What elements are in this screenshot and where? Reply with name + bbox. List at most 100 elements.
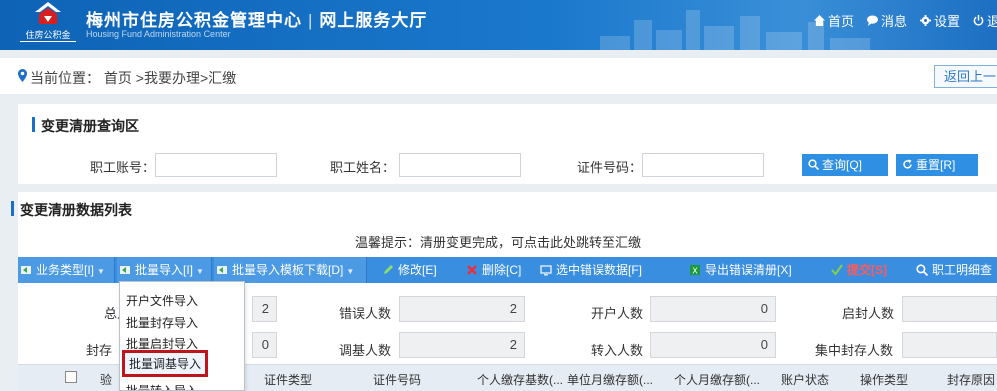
business-type-button[interactable]: 业务类型[I] ▼ <box>18 257 115 283</box>
reset-button[interactable]: 重置[R] <box>896 154 978 176</box>
stat-rebase-label: 调基人数 <box>339 343 392 358</box>
stat-error-label: 错误人数 <box>339 306 392 321</box>
stat-transfer-label: 转入人数 <box>591 343 644 358</box>
org-name: 梅州市住房公积金管理中心 <box>86 11 302 30</box>
template-download-button[interactable]: 批量导入模板下载[D] ▼ <box>214 257 367 283</box>
stat-unseal-label: 启封人数 <box>842 306 895 321</box>
template-download-label: 批量导入模板下载[D] <box>232 263 344 277</box>
nav-settings-label: 设置 <box>934 14 961 29</box>
batch-import-button[interactable]: 批量导入[I] ▼ <box>117 257 212 283</box>
col-personal-monthly[interactable]: 个人月缴存额(... <box>674 371 760 388</box>
business-type-label: 业务类型[I] <box>36 263 95 277</box>
submit-label: 提交[S] <box>847 263 887 277</box>
nav-logout[interactable]: 退 <box>973 11 997 30</box>
menu-item-seal-import[interactable]: 批量封存导入 <box>126 314 198 331</box>
search-button[interactable]: 查询[Q] <box>802 154 888 176</box>
site-subtitle: Housing Fund Administration Center <box>86 29 231 39</box>
import-icon <box>120 266 130 274</box>
search-button-label: 查询[Q] <box>822 158 863 172</box>
edit-label: 修改[E] <box>398 263 437 277</box>
home-icon <box>814 15 825 26</box>
query-section-title: 变更清册查询区 <box>32 116 139 136</box>
id-number-input[interactable] <box>642 153 764 177</box>
col-id-number[interactable]: 证件号码 <box>373 371 421 388</box>
stat-error-value: 2 <box>399 296 525 322</box>
message-icon <box>867 15 879 26</box>
nav-logout-label: 退 <box>987 14 997 29</box>
id-number-label: 证件号码： <box>577 160 643 175</box>
nav-messages-label: 消息 <box>881 14 908 29</box>
monitor-icon <box>540 265 552 276</box>
refresh-icon <box>903 159 912 169</box>
batch-import-dropdown: 开户文件导入 批量封存导入 批量启封导入 批量调基导入 批量转入导入 <box>119 281 245 391</box>
delete-label: 删除[C] <box>482 263 522 277</box>
logo[interactable]: 住房公积金 <box>20 2 76 46</box>
col-seal-reason[interactable]: 封存原因 <box>947 371 995 388</box>
menu-item-rebase-import[interactable]: 批量调基导入 <box>122 350 209 377</box>
list-section-title: 变更清册数据列表 <box>11 200 132 220</box>
back-button[interactable]: 返回上一 <box>934 65 997 88</box>
employee-name-input[interactable] <box>399 153 521 177</box>
employee-name-label: 职工姓名： <box>330 160 396 175</box>
employee-detail-button[interactable]: 职工明细查 <box>914 257 992 283</box>
svg-text:X: X <box>692 267 698 276</box>
stat-open-label: 开户人数 <box>591 306 644 321</box>
reset-button-label: 重置[R] <box>916 158 956 172</box>
stat-total-value: 2 <box>252 296 277 322</box>
stat-seal-value: 0 <box>252 332 277 358</box>
stat-seal-label: 封存 <box>86 343 113 358</box>
account-no-label: 职工账号： <box>90 160 156 175</box>
edit-button[interactable]: 修改[E] <box>380 257 437 283</box>
search-icon <box>916 264 928 276</box>
checkmark-icon <box>831 264 843 276</box>
location-pin-icon <box>18 69 27 82</box>
house-logo-icon <box>35 2 61 24</box>
col-id-type[interactable]: 证件类型 <box>264 371 312 388</box>
stat-unseal-value <box>902 296 997 322</box>
chevron-down-icon: ▼ <box>346 267 355 276</box>
site-title: 梅州市住房公积金管理中心 | 网上服务大厅 <box>86 6 427 31</box>
chevron-down-icon: ▼ <box>97 267 105 276</box>
stat-central-seal-value <box>902 332 997 358</box>
download-icon <box>217 266 227 274</box>
app-header: 住房公积金 梅州市住房公积金管理中心 | 网上服务大厅 Housing Fund A… <box>0 0 997 50</box>
stat-rebase-value: 2 <box>399 332 525 358</box>
list-toolbar: 业务类型[I] ▼ 批量导入[I] ▼ 批量导入模板下载[D] ▼ 修改[E] 删除[… <box>18 257 997 283</box>
col-verify[interactable]: 验 <box>100 371 112 388</box>
power-icon <box>973 15 984 26</box>
nav-home[interactable]: 首页 <box>814 11 854 30</box>
nav-home-label: 首页 <box>828 14 855 29</box>
stat-central-seal-label: 集中封存人数 <box>815 343 894 358</box>
delete-button[interactable]: 删除[C] <box>464 257 521 283</box>
search-icon <box>808 159 819 170</box>
delete-icon <box>467 265 477 275</box>
logo-text: 住房公积金 <box>20 28 76 42</box>
export-errors-button[interactable]: X 导出错误清册[X] <box>687 257 792 283</box>
pencil-icon <box>384 265 393 274</box>
breadcrumb: 当前位置： 首页 >我要办理>汇缴 <box>30 70 237 86</box>
nav-settings[interactable]: 设置 <box>920 11 960 30</box>
account-no-input[interactable] <box>155 153 277 177</box>
col-unit-monthly[interactable]: 单位月缴存额(... <box>567 371 653 388</box>
select-all-checkbox[interactable] <box>65 371 77 383</box>
stat-open-value: 0 <box>650 296 776 322</box>
chevron-down-icon: ▼ <box>196 267 204 276</box>
nav-messages[interactable]: 消息 <box>867 11 907 30</box>
breadcrumb-bar: 当前位置： 首页 >我要办理>汇缴 返回上一 <box>0 58 997 94</box>
col-operation-type[interactable]: 操作类型 <box>860 371 908 388</box>
export-errors-label: 导出错误清册[X] <box>705 263 792 277</box>
batch-import-label: 批量导入[I] <box>135 263 194 277</box>
stat-transfer-value: 0 <box>650 332 776 358</box>
title-divider: | <box>308 11 314 30</box>
col-account-status[interactable]: 账户状态 <box>781 371 829 388</box>
gear-icon <box>920 15 932 26</box>
col-personal-base[interactable]: 个人缴存基数(... <box>477 371 563 388</box>
query-panel: 变更清册查询区 职工账号： 职工姓名： 证件号码： 查询[Q] 重置[R] <box>18 104 997 184</box>
portal-name: 网上服务大厅 <box>319 11 428 30</box>
hint-link[interactable]: 温馨提示：清册变更完成，可点击此处跳转至汇缴 <box>355 232 641 251</box>
header-nav: 首页 消息 设置 退 <box>814 11 997 30</box>
menu-item-transfer-import[interactable]: 批量转入导入 <box>126 382 198 390</box>
submit-button[interactable]: 提交[S] <box>829 257 887 283</box>
menu-item-open-import[interactable]: 开户文件导入 <box>126 292 198 309</box>
select-errors-button[interactable]: 选中错误数据[F] <box>538 257 642 283</box>
